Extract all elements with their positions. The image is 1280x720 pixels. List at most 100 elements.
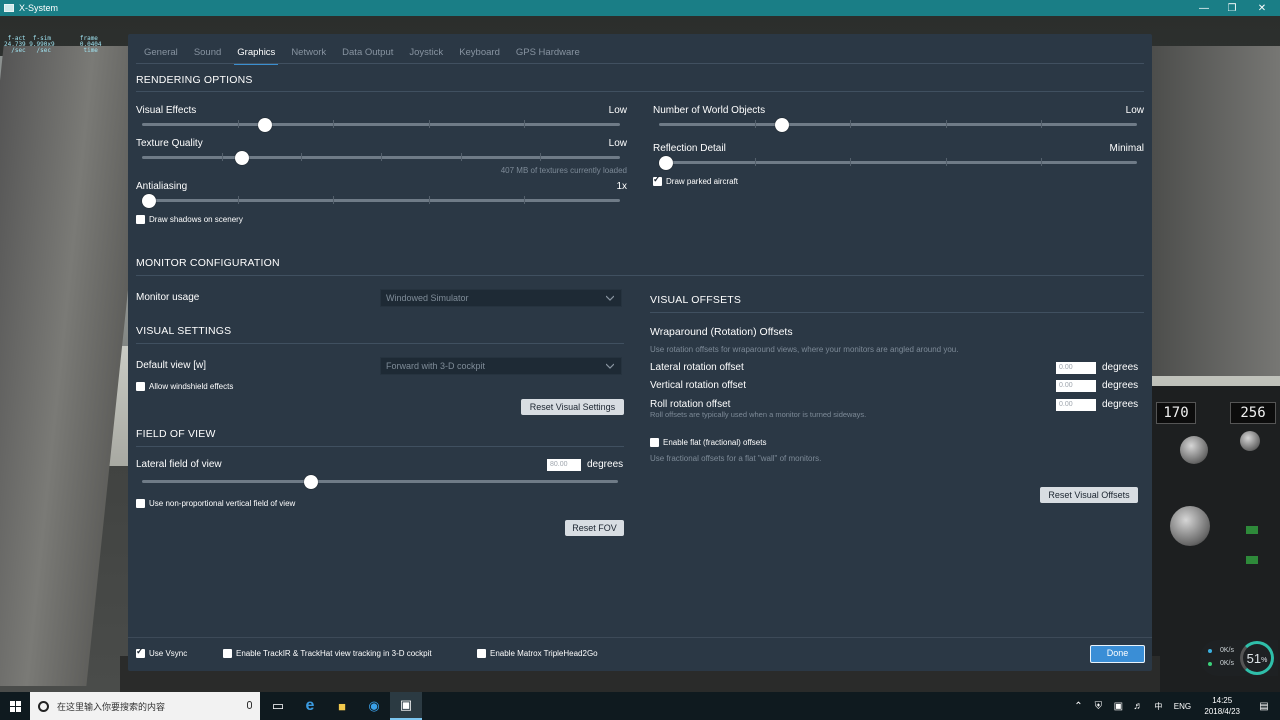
slider-thumb[interactable]: [303, 475, 318, 489]
notifications-icon[interactable]: ▤: [1254, 701, 1274, 712]
tab-data-output[interactable]: Data Output: [334, 47, 401, 61]
windshield-effects-checkbox[interactable]: Allow windshield effects: [136, 382, 233, 391]
tab-gps-hardware[interactable]: GPS Hardware: [508, 47, 588, 61]
chevron-down-icon: [606, 363, 614, 369]
world-objects-label: Number of World Objects: [653, 105, 766, 116]
slider-track[interactable]: [659, 161, 1137, 164]
checkbox-box[interactable]: [653, 174, 662, 186]
visual-effects-slider[interactable]: [142, 118, 620, 132]
slider-thumb[interactable]: [258, 118, 272, 132]
reset-visual-offsets-button[interactable]: Reset Visual Offsets: [1040, 487, 1138, 503]
checkbox-box[interactable]: [477, 649, 486, 658]
slider-thumb[interactable]: [659, 156, 673, 170]
lateral-fov-label: Lateral field of view: [136, 459, 222, 470]
lateral-fov-input[interactable]: 80.00: [547, 459, 581, 471]
matrox-checkbox[interactable]: Enable Matrox TripleHead2Go: [477, 649, 598, 658]
security-shield-icon[interactable]: ⛨: [1088, 701, 1108, 712]
heading-display: 170: [1156, 402, 1196, 424]
draw-shadows-checkbox[interactable]: Draw shadows on scenery: [136, 215, 243, 224]
sogou-icon[interactable]: ◉: [358, 692, 390, 720]
monitor-usage-label: Monitor usage: [136, 292, 200, 303]
world-objects-value: Low: [1125, 105, 1144, 116]
default-view-dropdown[interactable]: Forward with 3-D cockpit: [380, 357, 622, 375]
monitor-usage-dropdown[interactable]: Windowed Simulator: [380, 289, 622, 307]
knob: [1180, 436, 1208, 464]
section-divider: [650, 312, 1144, 313]
microphone-icon[interactable]: [247, 701, 252, 709]
slider-track[interactable]: [142, 123, 620, 126]
indicator-light: [1246, 526, 1258, 534]
altitude-display: 256: [1230, 402, 1276, 424]
checkbox-box[interactable]: [136, 646, 145, 658]
roll-rotation-note: Roll offsets are typically used when a m…: [650, 410, 867, 419]
volume-icon[interactable]: ♬: [1128, 701, 1148, 712]
vertical-rotation-input[interactable]: 0.00: [1056, 380, 1096, 392]
antialiasing-slider[interactable]: [142, 194, 620, 208]
close-icon[interactable]: ✕: [1248, 0, 1276, 16]
non-proportional-fov-checkbox[interactable]: Use non-proportional vertical field of v…: [136, 499, 295, 508]
slider-tick: [540, 153, 542, 161]
tab-keyboard[interactable]: Keyboard: [451, 47, 508, 61]
checkbox-box[interactable]: [650, 438, 659, 447]
flat-offsets-checkbox[interactable]: Enable flat (fractional) offsets: [650, 438, 766, 447]
network-icon[interactable]: ▣: [1108, 701, 1128, 712]
maximize-icon[interactable]: ❐: [1218, 0, 1246, 16]
roll-rotation-input[interactable]: 0.00: [1056, 399, 1096, 411]
minimize-icon[interactable]: —: [1190, 0, 1218, 16]
reflection-detail-label: Reflection Detail: [653, 143, 726, 154]
trackir-checkbox[interactable]: Enable TrackIR & TrackHat view tracking …: [223, 649, 432, 658]
tab-general[interactable]: General: [136, 47, 186, 61]
slider-track[interactable]: [142, 480, 618, 483]
done-button[interactable]: Done: [1090, 645, 1145, 663]
tab-graphics[interactable]: Graphics: [229, 47, 283, 65]
slider-track[interactable]: [142, 199, 620, 202]
roll-rotation-unit: degrees: [1102, 399, 1139, 410]
start-button[interactable]: [0, 692, 30, 720]
lateral-rotation-unit: degrees: [1102, 362, 1139, 373]
reset-visual-settings-button[interactable]: Reset Visual Settings: [521, 399, 624, 415]
reset-fov-button[interactable]: Reset FOV: [565, 520, 624, 536]
slider-tick: [428, 196, 430, 204]
system-tray: ⌃ ⛨ ▣ ♬ 中 ENG 14:25 2018/4/23 ▤: [1068, 692, 1280, 720]
windshield-effects-label: Allow windshield effects: [149, 382, 234, 391]
windows-icon: [9, 700, 21, 712]
edge-browser-icon[interactable]: e: [294, 692, 326, 720]
knob: [1170, 506, 1210, 546]
language-indicator[interactable]: ENG: [1168, 702, 1196, 711]
texture-quality-label: Texture Quality: [136, 138, 203, 149]
flat-offsets-note: Use fractional offsets for a flat "wall"…: [650, 454, 822, 463]
checkbox-box[interactable]: [136, 215, 145, 224]
parked-aircraft-checkbox[interactable]: Draw parked aircraft: [653, 174, 738, 186]
footer-divider: [128, 637, 1152, 638]
clock[interactable]: 14:25 2018/4/23: [1204, 695, 1240, 717]
tab-joystick[interactable]: Joystick: [401, 47, 451, 61]
slider-thumb[interactable]: [775, 118, 789, 132]
slider-tick: [524, 120, 526, 128]
x-plane-app-icon[interactable]: ▣: [390, 692, 422, 720]
draw-shadows-label: Draw shadows on scenery: [149, 215, 243, 224]
reflection-detail-slider[interactable]: [659, 156, 1137, 170]
vsync-checkbox[interactable]: Use Vsync: [136, 646, 187, 658]
chevron-up-icon[interactable]: ⌃: [1068, 701, 1088, 712]
ime-icon[interactable]: 中: [1148, 701, 1168, 712]
frame-rate-readout: f-act f-sim frame 24.739 9.990x9 0.0404 …: [4, 35, 102, 54]
slider-tick: [333, 120, 335, 128]
checkbox-box[interactable]: [136, 382, 145, 391]
tab-network[interactable]: Network: [283, 47, 334, 61]
slider-tick: [301, 153, 303, 161]
vertical-rotation-label: Vertical rotation offset: [650, 380, 746, 391]
checkbox-box[interactable]: [136, 499, 145, 508]
slider-track[interactable]: [659, 123, 1137, 126]
task-view-icon[interactable]: ▭: [262, 692, 294, 720]
checkbox-box[interactable]: [223, 649, 232, 658]
texture-quality-slider[interactable]: [142, 151, 620, 165]
lateral-fov-slider[interactable]: [142, 475, 618, 489]
taskbar-search[interactable]: 在这里输入你要搜索的内容: [30, 692, 260, 720]
slider-thumb[interactable]: [142, 194, 156, 208]
tab-sound[interactable]: Sound: [186, 47, 229, 61]
slider-thumb[interactable]: [234, 151, 249, 165]
trackir-label: Enable TrackIR & TrackHat view tracking …: [236, 649, 432, 658]
file-explorer-icon[interactable]: ■: [326, 692, 358, 720]
world-objects-slider[interactable]: [659, 118, 1137, 132]
lateral-rotation-input[interactable]: 0.00: [1056, 362, 1096, 374]
